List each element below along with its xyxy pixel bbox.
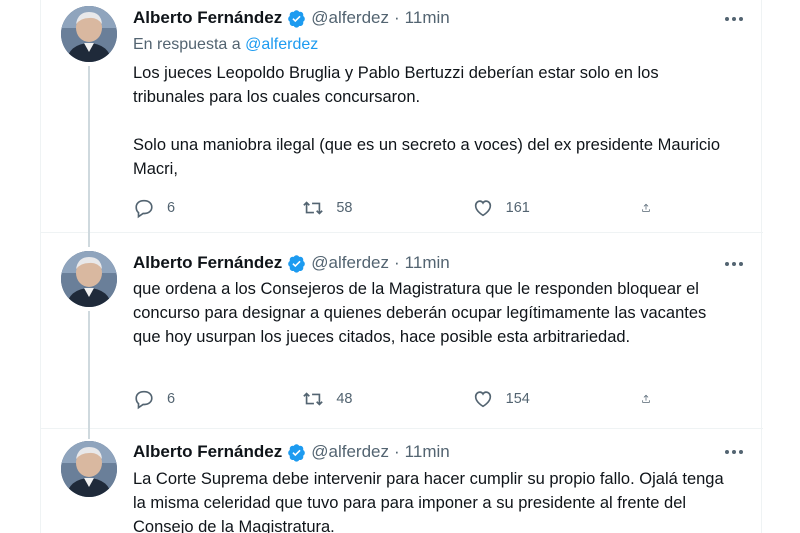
reply-handle-link[interactable]: @alferdez xyxy=(245,36,318,53)
more-dots-icon[interactable] xyxy=(723,445,745,459)
tweet-actions: 6 48 154 xyxy=(133,388,663,410)
separator-dot: · xyxy=(394,8,400,27)
share-icon xyxy=(642,394,650,403)
heart-icon xyxy=(474,391,491,408)
author-handle[interactable]: @alferdez xyxy=(311,442,389,462)
tweet-thread: Alberto Fernández @alferdez · 11min En r… xyxy=(40,0,763,533)
tweet-paragraph: Solo una maniobra ilegal (que es un secr… xyxy=(133,136,720,178)
tweet[interactable]: Alberto Fernández @alferdez · 11min que … xyxy=(41,231,763,431)
thread-connector xyxy=(88,427,90,439)
tweet-actions: 6 58 161 xyxy=(133,197,663,219)
author-handle[interactable]: @alferdez xyxy=(311,253,389,273)
like-count: 161 xyxy=(505,200,530,216)
reply-count: 6 xyxy=(167,200,176,216)
retweet-count: 58 xyxy=(336,200,353,216)
author-handle[interactable]: @alferdez xyxy=(311,8,389,28)
more-dots-icon[interactable] xyxy=(723,12,745,26)
avatar[interactable] xyxy=(61,441,117,497)
tweet-text: La Corte Suprema debe intervenir para ha… xyxy=(133,467,733,533)
reply-context: En respuesta a @alferdez xyxy=(133,36,318,54)
verified-badge-icon xyxy=(287,9,306,28)
avatar[interactable] xyxy=(61,251,117,307)
author-name[interactable]: Alberto Fernández xyxy=(133,253,282,273)
reply-button[interactable]: 6 xyxy=(133,197,253,219)
reply-button[interactable]: 6 xyxy=(133,388,253,410)
reply-prefix: En respuesta a xyxy=(133,36,241,53)
like-button[interactable]: 154 xyxy=(472,388,592,410)
tweet-paragraph: Los jueces Leopoldo Bruglia y Pablo Bert… xyxy=(133,64,659,106)
share-icon xyxy=(642,203,650,212)
thread-connector xyxy=(88,311,90,431)
separator-dot: · xyxy=(394,253,400,272)
more-dots-icon[interactable] xyxy=(723,257,745,271)
tweet-header: Alberto Fernández @alferdez · 11min xyxy=(133,253,450,273)
tweet-paragraph: que ordena a los Consejeros de la Magist… xyxy=(133,280,707,346)
timestamp[interactable]: 11min xyxy=(405,442,450,462)
thread-connector xyxy=(88,231,90,247)
tweet-header: Alberto Fernández @alferdez · 11min xyxy=(133,442,450,462)
heart-icon xyxy=(474,200,491,217)
reply-bubble-icon xyxy=(135,390,153,410)
tweet[interactable]: Alberto Fernández @alferdez · 11min En r… xyxy=(41,0,763,238)
verified-badge-icon xyxy=(287,443,306,462)
retweet-icon xyxy=(303,392,324,406)
retweet-button[interactable]: 48 xyxy=(302,388,422,410)
retweet-count: 48 xyxy=(336,391,353,407)
avatar[interactable] xyxy=(61,6,117,62)
tweet-text: que ordena a los Consejeros de la Magist… xyxy=(133,277,733,349)
tweet[interactable]: Alberto Fernández @alferdez · 11min La C… xyxy=(41,427,763,533)
timestamp[interactable]: 11min xyxy=(405,253,450,273)
tweet-header: Alberto Fernández @alferdez · 11min xyxy=(133,8,450,28)
tweet-paragraph: La Corte Suprema debe intervenir para ha… xyxy=(133,470,724,533)
thread-connector xyxy=(88,66,90,238)
tweet-text: Los jueces Leopoldo Bruglia y Pablo Bert… xyxy=(133,61,733,181)
share-button[interactable] xyxy=(641,197,663,219)
verified-badge-icon xyxy=(287,254,306,273)
reply-bubble-icon xyxy=(135,199,153,219)
retweet-icon xyxy=(303,201,324,215)
like-count: 154 xyxy=(505,391,530,407)
share-button[interactable] xyxy=(641,388,663,410)
reply-count: 6 xyxy=(167,391,176,407)
retweet-button[interactable]: 58 xyxy=(302,197,422,219)
author-name[interactable]: Alberto Fernández xyxy=(133,442,282,462)
timestamp[interactable]: 11min xyxy=(405,8,450,28)
separator-dot: · xyxy=(394,442,400,461)
like-button[interactable]: 161 xyxy=(472,197,592,219)
author-name[interactable]: Alberto Fernández xyxy=(133,8,282,28)
